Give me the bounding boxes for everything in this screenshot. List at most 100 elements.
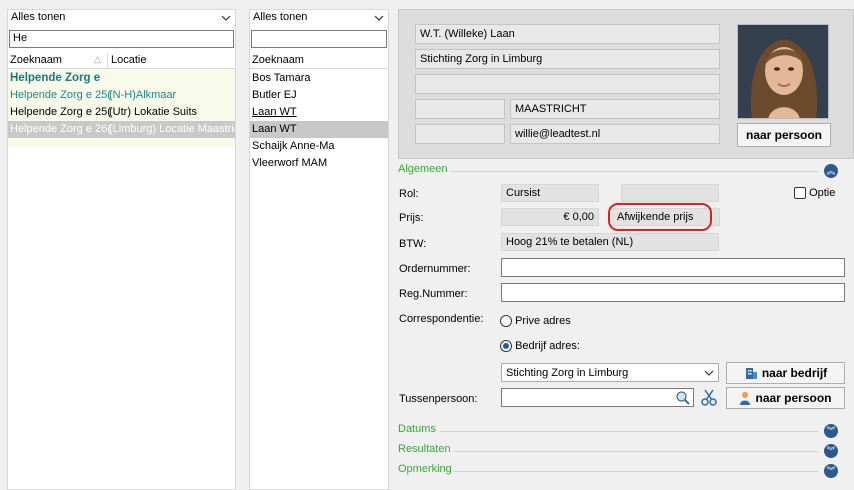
person-list-header: Zoeknaam <box>250 52 388 69</box>
phone-field <box>415 124 505 144</box>
expand-down-icon[interactable]: ︾ <box>824 464 838 478</box>
column-separator <box>107 53 108 68</box>
list-item-location: (N-H)Alkmaar <box>109 89 177 101</box>
tussenpersoon-input[interactable] <box>501 388 694 407</box>
section-divider <box>454 471 818 472</box>
ordernummer-input[interactable] <box>501 258 845 277</box>
address-field <box>415 74 720 94</box>
btw-field: Hoog 21% te betalen (NL) <box>501 233 719 251</box>
list-item-name: Vleerworf MAM <box>252 157 328 169</box>
tussenpersoon-label: Tussenpersoon: <box>399 393 478 405</box>
person-list-panel: Alles tonen Zoeknaam Bos Tamara Butler E… <box>249 9 389 490</box>
chevron-down-icon <box>374 15 384 21</box>
scissors-icon[interactable] <box>700 388 719 407</box>
optie-label: Optie <box>809 187 836 199</box>
optie-checkbox[interactable]: Optie <box>794 187 836 200</box>
section-opmerking[interactable]: Opmerking ︾ <box>398 463 846 479</box>
organization-field: Stichting Zorg in Limburg <box>415 49 720 69</box>
section-resultaten-label: Resultaten <box>398 443 451 455</box>
list-item[interactable]: Helpende Zorg e 25((Utr) Lokatie Suits <box>8 104 235 121</box>
section-divider <box>450 171 818 172</box>
checkbox-icon <box>794 187 806 200</box>
person-filter-value: Alles tonen <box>253 11 308 23</box>
correspondentie-label: Correspondentie: <box>399 313 484 325</box>
list-item-selected[interactable]: Helpende Zorg e 26((Limburg) Locatie Maa… <box>8 121 235 138</box>
column-header-zoeknaam[interactable]: Zoeknaam <box>252 54 304 66</box>
list-item-name: Helpende Zorg e 25( <box>10 106 111 118</box>
rol-field: Cursist <box>501 184 599 202</box>
person-list: Bos Tamara Butler EJ Laan WT Laan WT Sch… <box>250 70 388 489</box>
person-icon <box>740 392 751 405</box>
rol-extra-field <box>621 184 719 202</box>
section-algemeen-label: Algemeen <box>398 163 448 175</box>
company-list-panel: Alles tonen He Zoeknaam △ Locatie Helpen… <box>7 9 236 490</box>
chevron-down-icon <box>221 15 231 21</box>
city-field: MAASTRICHT <box>510 99 720 119</box>
bedrijf-adres-radio[interactable]: Bedrijf adres: <box>500 340 580 353</box>
section-datums-label: Datums <box>398 423 436 435</box>
ordernummer-label: Ordernummer: <box>399 263 471 275</box>
list-item[interactable]: Butler EJ <box>250 87 388 104</box>
list-item-selected[interactable]: Laan WT <box>250 121 388 138</box>
bedrijf-select[interactable]: Stichting Zorg in Limburg <box>501 363 719 382</box>
regnummer-label: Reg.Nummer: <box>399 288 468 300</box>
naar-persoon-label: naar persoon <box>755 391 832 405</box>
naar-persoon-card-label: naar persoon <box>745 128 823 142</box>
highlight-annotation <box>608 203 712 231</box>
column-header-locatie[interactable]: Locatie <box>111 54 146 66</box>
rol-label: Rol: <box>399 188 419 200</box>
email-field: willie@leadtest.nl <box>510 124 720 144</box>
list-item-name: Laan WT <box>252 123 297 135</box>
list-item-name: Bos Tamara <box>252 72 311 84</box>
company-list-header: Zoeknaam △ Locatie <box>8 52 235 69</box>
collapse-up-icon[interactable]: ︽ <box>824 164 838 178</box>
postcode-field <box>415 99 505 119</box>
list-item-name: Helpende Zorg e <box>10 72 101 84</box>
list-item-location: (Limburg) Locatie Maastricht <box>109 123 235 135</box>
naar-persoon-button[interactable]: naar persoon <box>726 387 845 409</box>
person-filter-dropdown[interactable]: Alles tonen <box>250 10 388 28</box>
company-filter-dropdown[interactable]: Alles tonen <box>8 10 235 28</box>
person-search-input[interactable] <box>251 30 387 48</box>
radio-selected-icon <box>500 340 512 353</box>
list-item[interactable]: Bos Tamara <box>250 70 388 87</box>
company-list: Helpende Zorg e Helpende Zorg e 25((N-H)… <box>8 70 235 489</box>
section-divider <box>440 431 818 432</box>
prijs-field: € 0,00 <box>501 208 599 226</box>
bedrijf-adres-label: Bedrijf adres: <box>515 340 580 352</box>
person-photo <box>737 24 829 119</box>
company-search-input[interactable]: He <box>9 30 234 48</box>
list-item[interactable]: Laan WT <box>250 104 388 121</box>
company-search-value: He <box>13 32 28 44</box>
list-item-name: Helpende Zorg e 26( <box>10 123 111 135</box>
chevron-down-icon <box>704 370 714 376</box>
list-item-name: Schaijk Anne-Ma <box>252 140 335 152</box>
expand-down-icon[interactable]: ︾ <box>824 444 838 458</box>
list-item-location: (Utr) Lokatie Suits <box>109 106 198 118</box>
list-item[interactable]: Helpende Zorg e <box>8 70 235 87</box>
naar-bedrijf-label: naar bedrijf <box>761 366 828 380</box>
list-item-name: Helpende Zorg e 25( <box>10 89 111 101</box>
section-resultaten[interactable]: Resultaten ︾ <box>398 443 846 459</box>
radio-icon <box>500 315 512 328</box>
search-icon[interactable] <box>675 390 691 405</box>
section-datums[interactable]: Datums ︾ <box>398 423 846 439</box>
expand-down-icon[interactable]: ︾ <box>824 424 838 438</box>
prive-adres-label: Prive adres <box>515 315 571 327</box>
company-filter-value: Alles tonen <box>11 11 66 23</box>
list-item[interactable]: Helpende Zorg e 25((N-H)Alkmaar <box>8 87 235 104</box>
prive-adres-radio[interactable]: Prive adres <box>500 315 571 328</box>
list-item-name: Butler EJ <box>252 89 297 101</box>
regnummer-input[interactable] <box>501 283 845 302</box>
list-item[interactable]: Vleerworf MAM <box>250 155 388 172</box>
section-algemeen[interactable]: Algemeen ︽ <box>398 163 846 179</box>
person-name-field: W.T. (Willeke) Laan <box>415 24 720 44</box>
person-card: W.T. (Willeke) Laan Stichting Zorg in Li… <box>398 9 854 159</box>
naar-persoon-card-button[interactable]: naar persoon <box>737 123 831 147</box>
list-item[interactable]: Schaijk Anne-Ma <box>250 138 388 155</box>
prijs-label: Prijs: <box>399 212 424 224</box>
section-opmerking-label: Opmerking <box>398 463 452 475</box>
naar-bedrijf-button[interactable]: naar bedrijf <box>726 362 845 384</box>
detail-panel: W.T. (Willeke) Laan Stichting Zorg in Li… <box>398 9 854 490</box>
column-header-zoeknaam[interactable]: Zoeknaam <box>10 54 62 66</box>
